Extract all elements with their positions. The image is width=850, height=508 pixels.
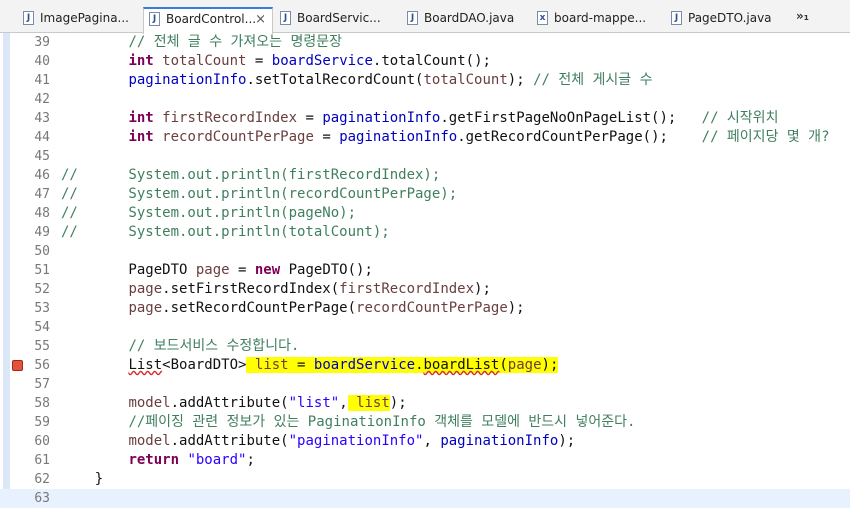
tab-pagedto[interactable]: J PageDTO.java [666, 8, 791, 33]
line-text: // 전체 글 수 가져오는 명령문장 [128, 34, 342, 50]
line-text: // System.out.println(totalCount); [61, 224, 390, 240]
java-file-icon: J [671, 11, 682, 25]
code-line: 55 // 보드서비스 수정합니다. [0, 337, 850, 356]
line-number: 53 [34, 301, 50, 316]
line-number: 61 [34, 453, 50, 468]
tab-label: BoardServic... [297, 11, 381, 25]
line-number: 60 [34, 434, 50, 449]
tab-label: board-mappe... [554, 11, 647, 25]
code-line: 57 [0, 375, 850, 394]
line-number: 56 [34, 358, 50, 373]
line-number: 40 [34, 54, 50, 69]
line-number: 39 [34, 35, 50, 50]
code-line: 40 int totalCount = boardService.totalCo… [0, 52, 850, 71]
tab-boardservice[interactable]: J BoardServic... [275, 8, 400, 33]
line-number: 47 [34, 187, 50, 202]
java-file-icon: J [280, 11, 291, 25]
line-number: 62 [34, 472, 50, 487]
code-line: 56 List<BoardDTO> list = boardService.bo… [0, 356, 850, 375]
line-number: 43 [34, 111, 50, 126]
line-text: // System.out.println(pageNo); [61, 205, 357, 221]
close-icon[interactable]: × [255, 12, 266, 27]
code-line: 52 page.setFirstRecordIndex(firstRecordI… [0, 280, 850, 299]
line-number: 57 [34, 377, 50, 392]
line-text: PageDTO page = new PageDTO(); [61, 262, 373, 278]
line-number: 45 [34, 149, 50, 164]
code-line: 59 //페이징 관련 정보가 있는 PaginationInfo 객체를 모델… [0, 413, 850, 432]
tab-label: PageDTO.java [688, 11, 772, 25]
line-text: //페이징 관련 정보가 있는 PaginationInfo 객체를 모델에 반… [128, 414, 636, 430]
line-text: // System.out.println(recordCountPerPage… [61, 186, 458, 202]
tab-imagepagination[interactable]: J ImagePagina... [18, 8, 142, 33]
line-number: 59 [34, 415, 50, 430]
line-number: 46 [34, 168, 50, 183]
tab-boarddao[interactable]: J BoardDAO.java [402, 8, 530, 33]
line-text: int recordCountPerPage = paginationInfo.… [128, 129, 830, 145]
line-text: // System.out.println(firstRecordIndex); [61, 167, 441, 183]
line-text: model.addAttribute("paginationInfo", pag… [128, 433, 576, 449]
line-number: 44 [34, 130, 50, 145]
code-line: 54 [0, 318, 850, 337]
code-line: 58 model.addAttribute("list", list); [0, 394, 850, 413]
line-text: int totalCount = boardService.totalCount… [128, 53, 491, 69]
line-number: 52 [34, 282, 50, 297]
line-number: 41 [34, 73, 50, 88]
code-line: 61 return "board"; [0, 451, 850, 470]
java-file-icon: J [149, 12, 160, 26]
code-line: 42 [0, 90, 850, 109]
code-line: 62 } [0, 470, 850, 489]
code-line-current: 63 [0, 489, 850, 508]
tab-board-mapper[interactable]: x board-mappe... [532, 8, 664, 33]
code-line: 39 // 전체 글 수 가져오는 명령문장 [0, 33, 850, 52]
tab-label: BoardControl... [166, 12, 257, 26]
tab-label: BoardDAO.java [424, 11, 515, 25]
line-text: paginationInfo.setTotalRecordCount(total… [128, 72, 653, 88]
line-text: page.setRecordCountPerPage(recordCountPe… [128, 300, 525, 316]
tab-label: ImagePagina... [40, 11, 129, 25]
code-line: 48 // System.out.println(pageNo); [0, 204, 850, 223]
line-number: 50 [34, 244, 50, 259]
xml-file-icon: x [537, 11, 548, 25]
line-text: model.addAttribute("list", list); [128, 395, 407, 411]
line-number: 42 [34, 92, 50, 107]
code-line: 43 int firstRecordIndex = paginationInfo… [0, 109, 850, 128]
line-number: 63 [34, 491, 50, 506]
code-line: 45 [0, 147, 850, 166]
line-text: return "board"; [128, 452, 255, 468]
line-text: } [61, 471, 104, 487]
code-line: 41 paginationInfo.setTotalRecordCount(to… [0, 71, 850, 90]
line-text: page.setFirstRecordIndex(firstRecordInde… [128, 281, 491, 297]
editor-tab-bar: J ImagePagina... J BoardControl... × J B… [0, 0, 850, 34]
code-editor[interactable]: 39 // 전체 글 수 가져오는 명령문장 40 int totalCount… [0, 33, 850, 508]
java-file-icon: J [23, 11, 34, 25]
line-text: // 보드서비스 수정합니다. [128, 338, 300, 354]
line-number: 51 [34, 263, 50, 278]
error-marker-icon[interactable] [12, 360, 23, 371]
line-text: List<BoardDTO> list = boardService.board… [128, 357, 559, 373]
code-line: 51 PageDTO page = new PageDTO(); [0, 261, 850, 280]
line-text: int firstRecordIndex = paginationInfo.ge… [128, 110, 779, 126]
line-number: 55 [34, 339, 50, 354]
code-line: 50 [0, 242, 850, 261]
line-number: 49 [34, 225, 50, 240]
tab-overflow-button[interactable]: »₁ [796, 9, 809, 23]
line-number: 58 [34, 396, 50, 411]
code-line: 46 // System.out.println(firstRecordIndex… [0, 166, 850, 185]
tab-boardcontroller[interactable]: J BoardControl... × [143, 7, 273, 34]
code-line: 49 // System.out.println(totalCount); [0, 223, 850, 242]
line-number: 54 [34, 320, 50, 335]
code-line: 60 model.addAttribute("paginationInfo", … [0, 432, 850, 451]
line-number: 48 [34, 206, 50, 221]
code-line: 47 // System.out.println(recordCountPerPa… [0, 185, 850, 204]
java-file-icon: J [407, 11, 418, 25]
code-line: 53 page.setRecordCountPerPage(recordCoun… [0, 299, 850, 318]
code-line: 44 int recordCountPerPage = paginationIn… [0, 128, 850, 147]
